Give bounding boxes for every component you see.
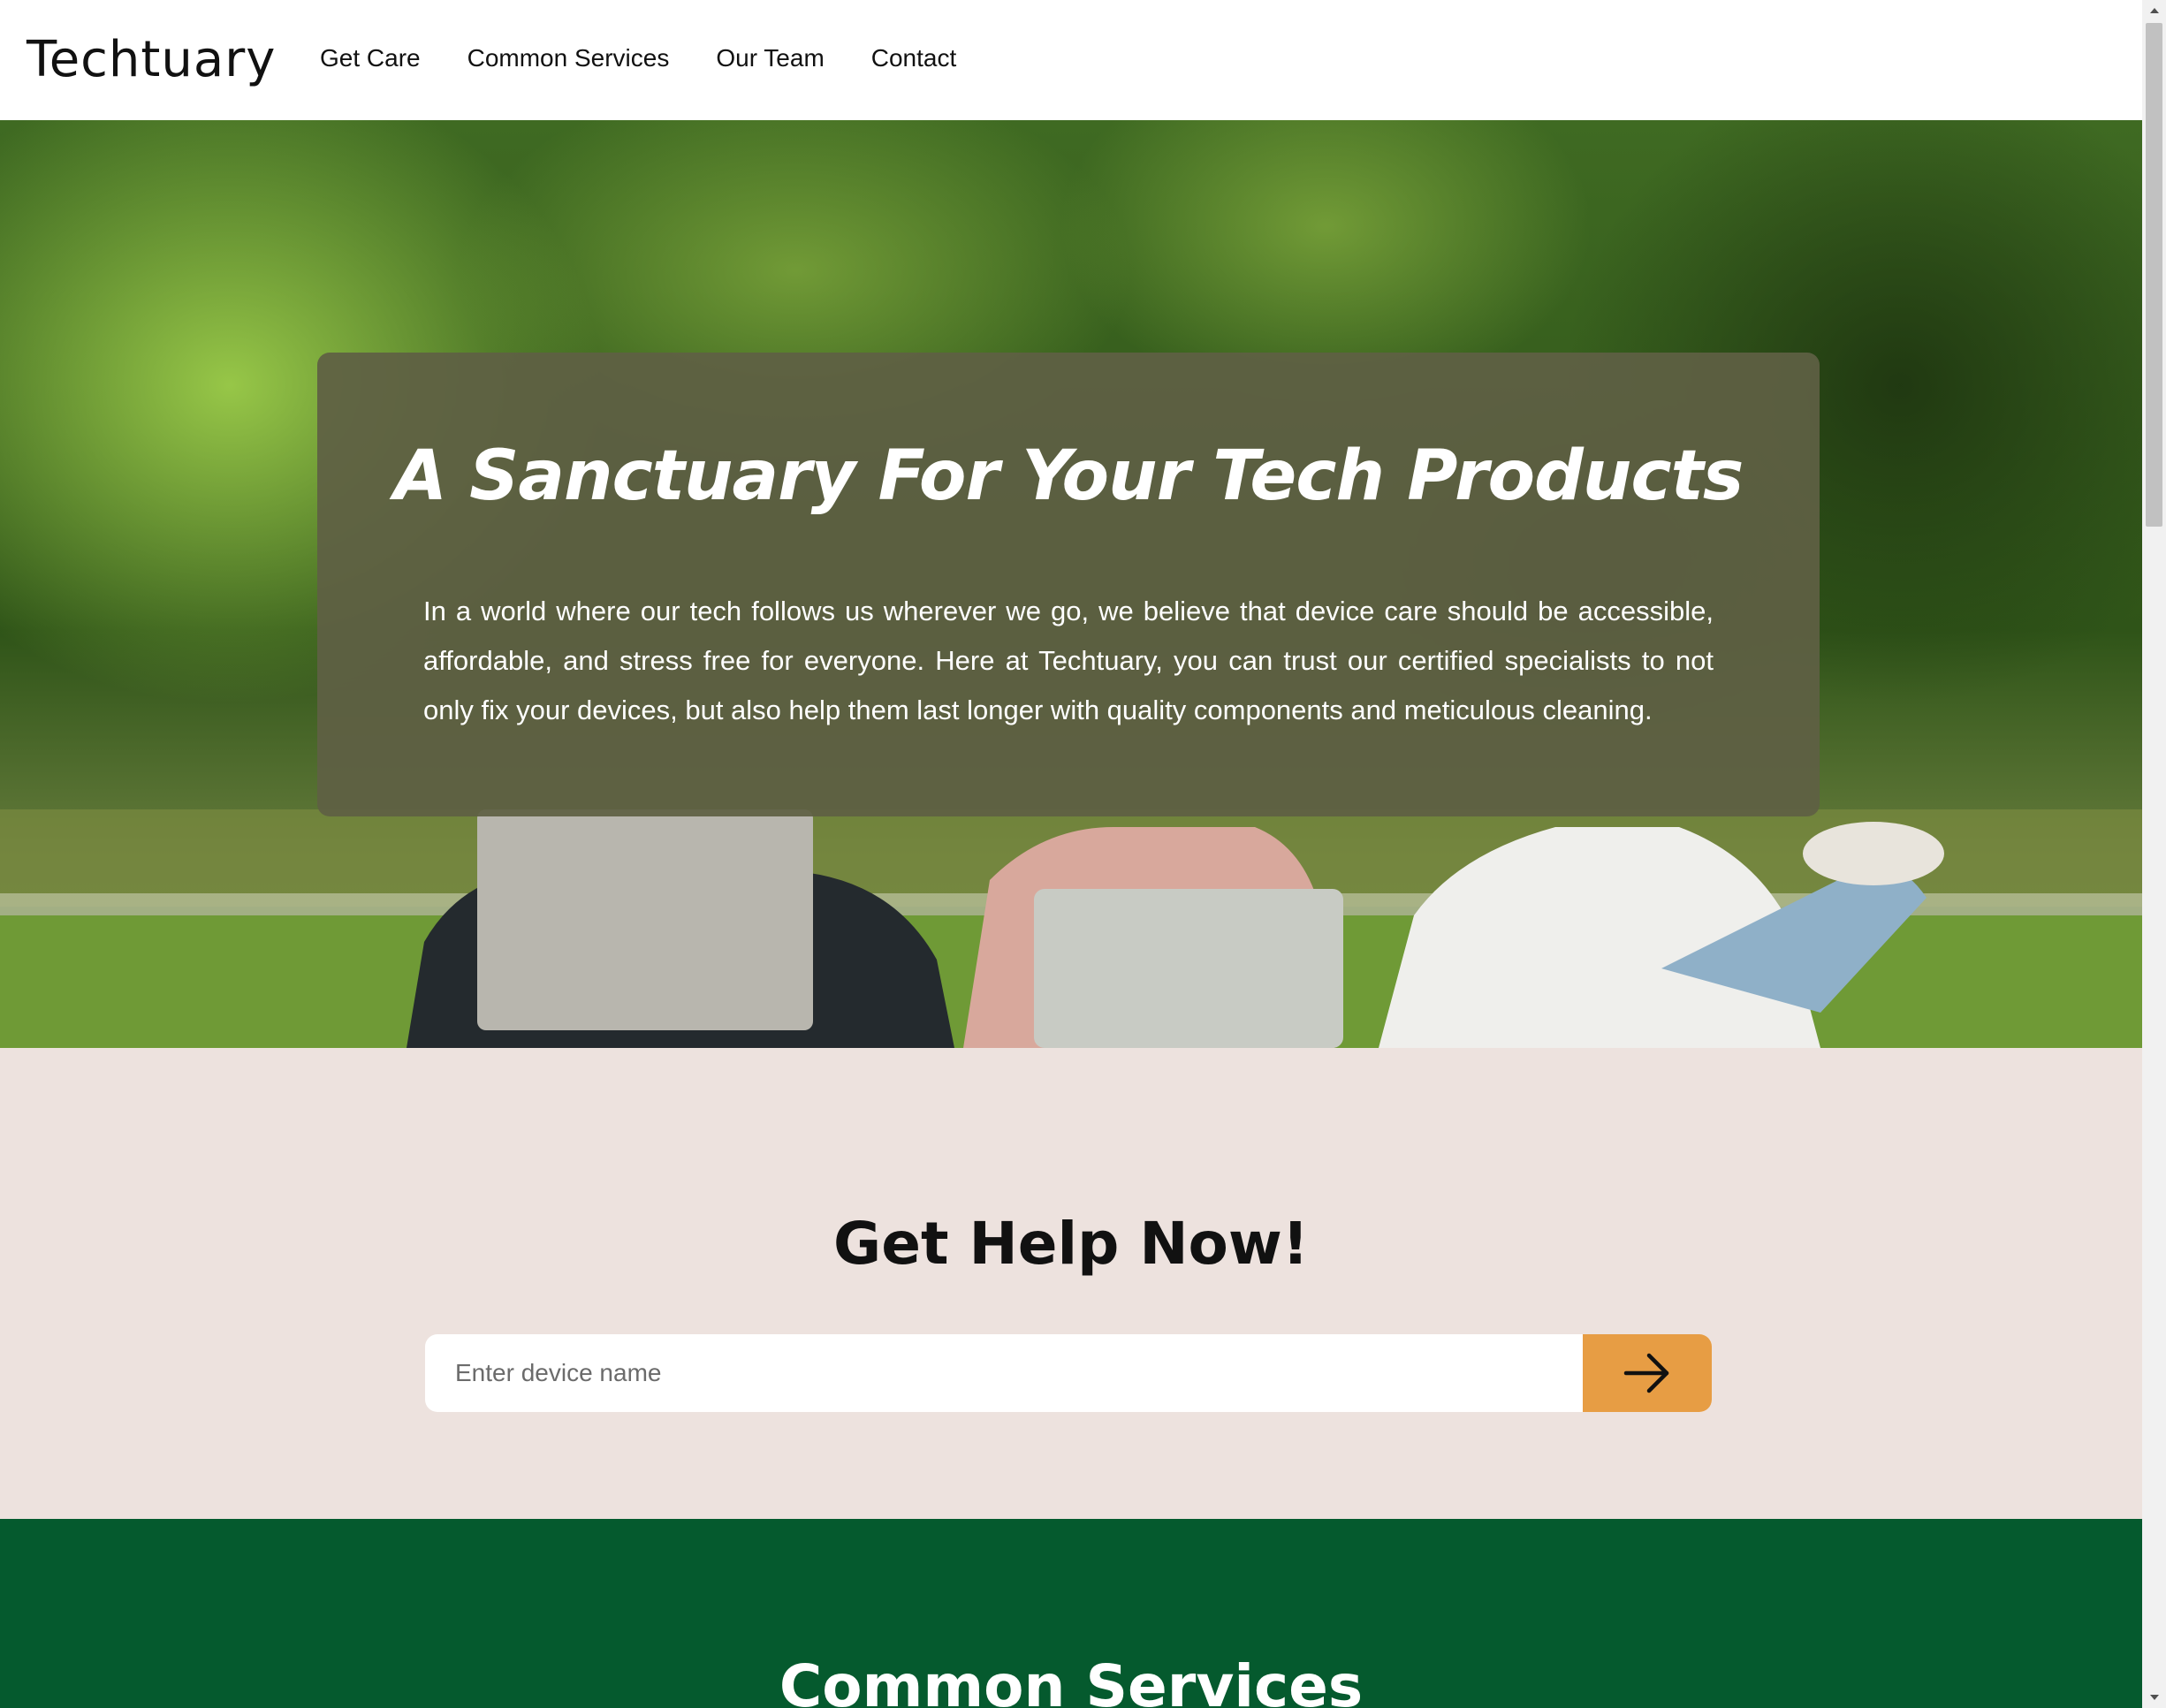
- nav-link-get-care[interactable]: Get Care: [320, 41, 421, 76]
- common-services-section: Common Services: [0, 1519, 2142, 1708]
- arrow-right-icon: [1623, 1353, 1669, 1393]
- nav-links: Get Care Common Services Our Team Contac…: [320, 41, 956, 76]
- hero-description: In a world where our tech follows us whe…: [423, 596, 1714, 725]
- nav-link-our-team[interactable]: Our Team: [716, 41, 824, 76]
- device-search-box: [425, 1334, 1712, 1412]
- hero-card: A Sanctuary For Your Tech Products In a …: [317, 353, 1820, 816]
- page: Techtuary Get Care Common Services Our T…: [0, 0, 2142, 1708]
- hero-section: A Sanctuary For Your Tech Products In a …: [0, 120, 2142, 1048]
- page-scrollbar[interactable]: [2142, 0, 2166, 1708]
- scrollbar-thumb[interactable]: [2146, 23, 2162, 527]
- get-help-section: Get Help Now!: [0, 1048, 2142, 1519]
- site-logo[interactable]: Techtuary: [27, 32, 276, 88]
- nav-link-common-services[interactable]: Common Services: [467, 41, 670, 76]
- scroll-up-arrow-icon[interactable]: [2142, 0, 2166, 21]
- device-name-input[interactable]: [425, 1334, 1583, 1412]
- hero-title: A Sanctuary For Your Tech Products: [393, 436, 1744, 516]
- navbar: Techtuary Get Care Common Services Our T…: [0, 0, 2142, 120]
- get-help-title: Get Help Now!: [833, 1210, 1309, 1278]
- common-services-title: Common Services: [779, 1652, 1364, 1708]
- nav-link-contact[interactable]: Contact: [871, 41, 957, 76]
- scroll-down-arrow-icon[interactable]: [2142, 1687, 2166, 1708]
- search-submit-button[interactable]: [1583, 1334, 1712, 1412]
